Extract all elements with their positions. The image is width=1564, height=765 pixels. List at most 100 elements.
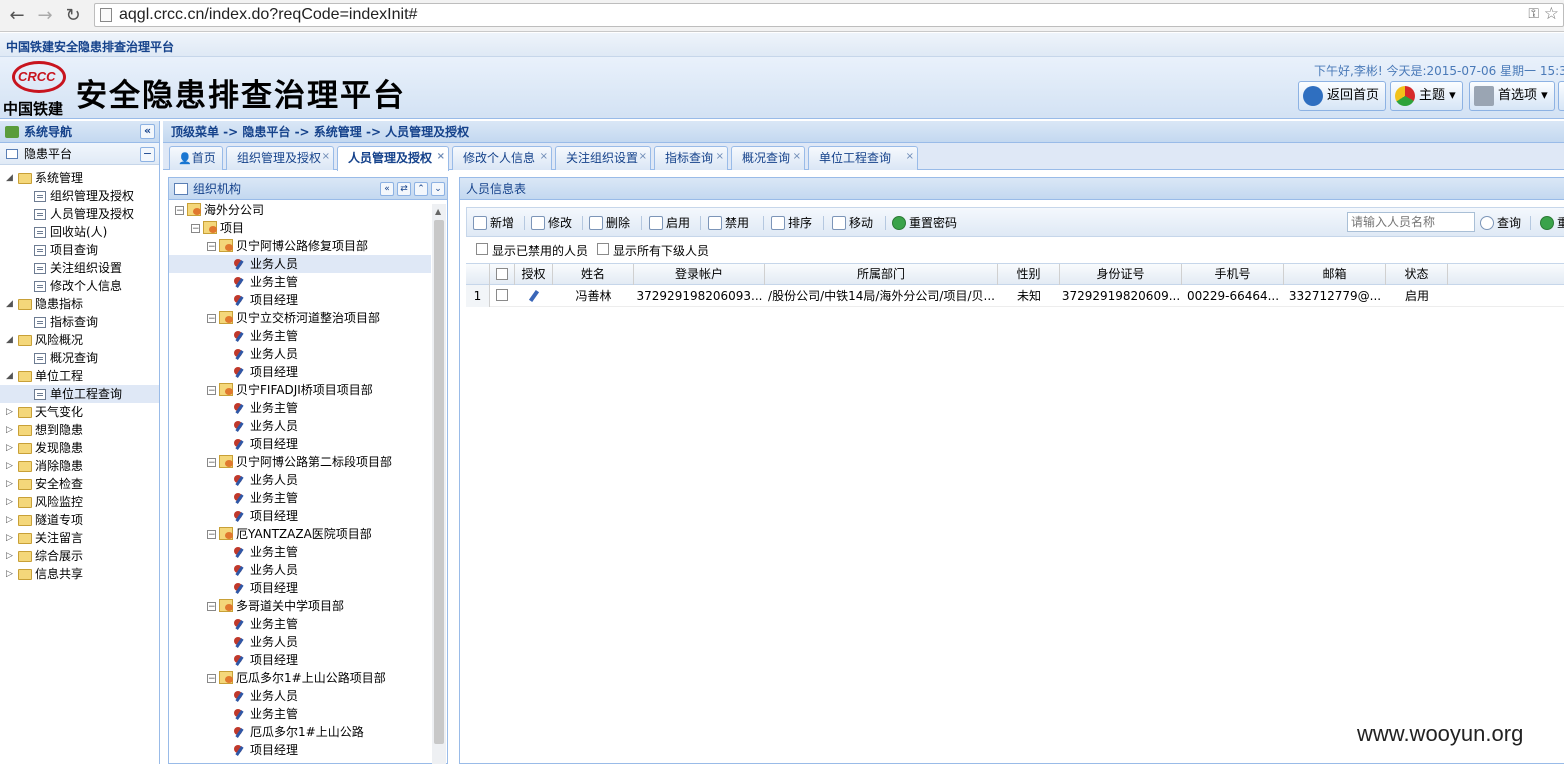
expand-icon[interactable]: ▷	[6, 426, 14, 435]
col-account[interactable]: 登录帐户	[634, 264, 765, 285]
collapse-left-icon[interactable]: «	[140, 124, 155, 139]
nav-item[interactable]: 单位工程查询	[0, 385, 159, 403]
refresh-icon[interactable]: ⇄	[397, 182, 411, 196]
org-tree-item[interactable]: − 厄瓜多尔1#上山公路项目部	[169, 669, 431, 687]
collapse-icon[interactable]: −	[175, 206, 184, 216]
reload-icon[interactable]: ↻	[62, 5, 84, 27]
close-icon[interactable]: ×	[793, 146, 801, 168]
expand-icon[interactable]: ▷	[6, 570, 14, 579]
nav-item[interactable]: ▷ 风险监控	[0, 493, 159, 511]
extra-button[interactable]	[1558, 81, 1564, 111]
collapse-icon[interactable]: −	[207, 314, 216, 324]
address-bar[interactable]: aqgl.crcc.cn/index.do?reqCode=indexInit#…	[94, 3, 1564, 27]
collapse-icon[interactable]: −	[191, 224, 200, 234]
org-tree-item[interactable]: 项目经理	[169, 741, 431, 759]
org-tree-item[interactable]: 业务人员	[169, 417, 431, 435]
org-tree-item[interactable]: 业务人员	[169, 633, 431, 651]
org-tree-item[interactable]: 业务主管	[169, 273, 431, 291]
tab-6[interactable]: 概况查询 ×	[731, 146, 805, 170]
nav-item[interactable]: ◢ 单位工程	[0, 367, 159, 385]
tab-7[interactable]: 单位工程查询 ×	[808, 146, 918, 170]
key-icon[interactable]: ⚿	[1528, 6, 1539, 22]
close-icon[interactable]: ×	[906, 146, 914, 168]
org-tree-item[interactable]: 业务主管	[169, 705, 431, 723]
table-row[interactable]: 1 冯善林 372929198206093... /股份公司/中铁14局/海外分…	[466, 285, 1564, 307]
forward-icon[interactable]: →	[34, 5, 56, 27]
nav-item[interactable]: ◢ 系统管理	[0, 169, 159, 187]
org-tree-item[interactable]: 厄瓜多尔1#上山公路	[169, 723, 431, 741]
close-icon[interactable]: ×	[322, 146, 330, 168]
org-tree-item[interactable]: 业务人员	[169, 687, 431, 705]
add-button[interactable]: 新增	[473, 214, 514, 232]
col-email[interactable]: 邮箱	[1284, 264, 1386, 285]
expand-icon[interactable]: ▷	[6, 534, 14, 543]
expand-icon[interactable]: ▷	[6, 408, 14, 417]
close-icon[interactable]: ×	[716, 146, 724, 168]
expand-icon[interactable]: ▷	[6, 498, 14, 507]
org-tree-item[interactable]: 项目经理	[169, 507, 431, 525]
scroll-up-icon[interactable]: ▲	[435, 207, 441, 216]
tab-0[interactable]: 👤首页	[169, 146, 223, 170]
collapse-icon[interactable]: −	[207, 458, 216, 468]
tab-5[interactable]: 指标查询 ×	[654, 146, 728, 170]
org-tree-item[interactable]: 业务人员	[169, 345, 431, 363]
org-tree-item[interactable]: 业务人员	[169, 255, 431, 273]
collapse-icon[interactable]: −	[207, 242, 216, 252]
star-icon[interactable]: ☆	[1544, 4, 1559, 24]
org-tree-item[interactable]: 业务主管	[169, 615, 431, 633]
col-gender[interactable]: 性别	[998, 264, 1060, 285]
scroll-thumb[interactable]	[434, 220, 444, 744]
nav-item[interactable]: 概况查询	[0, 349, 159, 367]
org-tree-item[interactable]: − 海外分公司	[169, 201, 431, 219]
tab-1[interactable]: 组织管理及授权 ×	[226, 146, 334, 170]
show-disabled-checkbox[interactable]	[476, 243, 488, 255]
nav-item[interactable]: ▷ 关注留言	[0, 529, 159, 547]
close-icon[interactable]: ×	[540, 146, 548, 168]
home-button[interactable]: 返回首页	[1298, 81, 1387, 111]
org-tree-item[interactable]: − 项目	[169, 219, 431, 237]
collapse-icon[interactable]: ◢	[6, 174, 14, 183]
org-tree-item[interactable]: − 厄YANTZAZA医院项目部	[169, 525, 431, 543]
nav-item[interactable]: 修改个人信息	[0, 277, 159, 295]
nav-item[interactable]: 人员管理及授权	[0, 205, 159, 223]
collapse-icon[interactable]: ◢	[6, 372, 14, 381]
person-search-input[interactable]	[1347, 212, 1475, 232]
nav-item[interactable]: ◢ 隐患指标	[0, 295, 159, 313]
collapse-org-icon[interactable]: «	[380, 182, 394, 196]
query-button[interactable]: 查询	[1480, 214, 1521, 232]
org-tree-item[interactable]: 项目经理	[169, 435, 431, 453]
col-id[interactable]: 身份证号	[1060, 264, 1182, 285]
nav-item[interactable]: 项目查询	[0, 241, 159, 259]
nav-item[interactable]: ▷ 隧道专项	[0, 511, 159, 529]
close-icon[interactable]: ×	[437, 146, 445, 168]
org-tree-item[interactable]: 业务主管	[169, 543, 431, 561]
col-dept[interactable]: 所属部门	[765, 264, 998, 285]
expand-icon[interactable]: ▷	[6, 552, 14, 561]
org-tree-item[interactable]: 业务主管	[169, 327, 431, 345]
expand-icon[interactable]: ▷	[6, 480, 14, 489]
nav-section[interactable]: 隐患平台 −	[0, 143, 159, 165]
org-tree-item[interactable]: 项目经理	[169, 363, 431, 381]
nav-item[interactable]: ▷ 想到隐患	[0, 421, 159, 439]
nav-item[interactable]: 回收站(人)	[0, 223, 159, 241]
disable-button[interactable]: 禁用	[708, 214, 749, 232]
reset-button[interactable]: 重	[1540, 214, 1564, 232]
tab-2[interactable]: 人员管理及授权 ×	[337, 146, 449, 171]
collapse-icon[interactable]: −	[207, 674, 216, 684]
reset-password-button[interactable]: 重置密码	[892, 214, 957, 232]
move-button[interactable]: 移动	[832, 214, 873, 232]
col-phone[interactable]: 手机号	[1182, 264, 1284, 285]
org-tree-item[interactable]: 业务主管	[169, 399, 431, 417]
back-icon[interactable]: ←	[6, 5, 28, 27]
org-tree-item[interactable]: 业务主管	[169, 489, 431, 507]
nav-item[interactable]: ▷ 信息共享	[0, 565, 159, 583]
org-tree-item[interactable]: 项目经理	[169, 579, 431, 597]
sort-button[interactable]: 排序	[771, 214, 812, 232]
org-tree-item[interactable]: − 贝宁阿博公路修复项目部	[169, 237, 431, 255]
nav-item[interactable]: ◢ 风险概况	[0, 331, 159, 349]
collapse-section-icon[interactable]: −	[140, 147, 155, 162]
authorize-icon[interactable]	[528, 289, 540, 303]
expand-icon[interactable]: ▷	[6, 444, 14, 453]
theme-button[interactable]: 主题 ▾	[1390, 81, 1463, 111]
org-tree-item[interactable]: 项目经理	[169, 291, 431, 309]
